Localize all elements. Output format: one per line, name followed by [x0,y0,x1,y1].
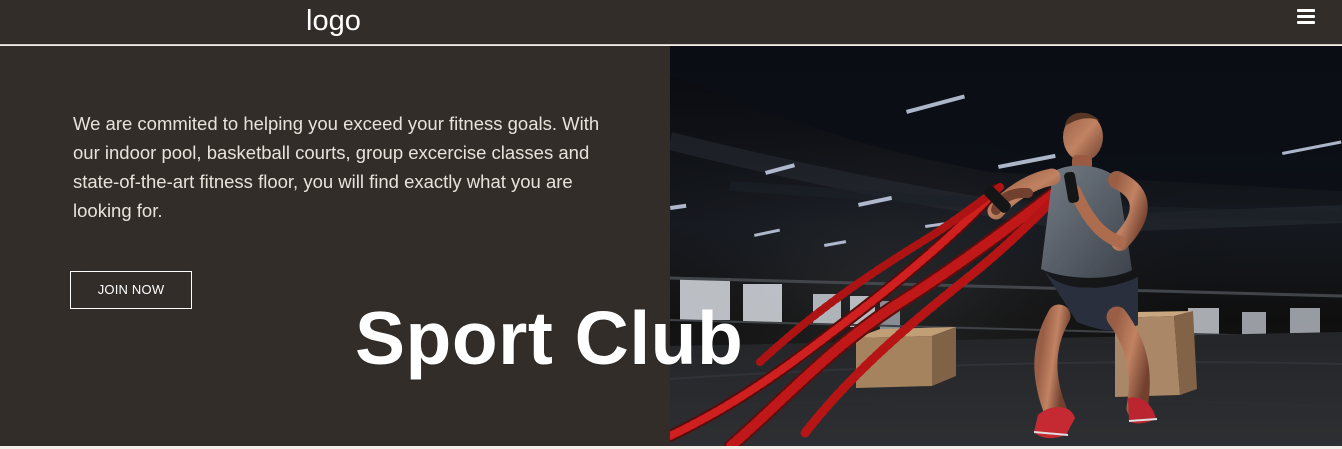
top-navigation-bar: logo [0,0,1342,45]
join-now-button[interactable]: JOIN NOW [70,271,192,309]
page: logo We are commited to helping you exce… [0,0,1342,449]
hero-description: We are commited to helping you exceed yo… [73,113,600,221]
battle-ropes-gym-photo [670,46,1342,446]
menu-line [1297,9,1315,12]
site-logo[interactable]: logo [306,4,361,38]
menu-line [1297,15,1315,18]
hero-text-panel: We are commited to helping you exceed yo… [0,46,670,446]
hamburger-menu-icon[interactable] [1297,9,1315,24]
hero-title: Sport Club [355,296,744,380]
menu-line [1297,21,1315,24]
hero-image [670,46,1342,446]
